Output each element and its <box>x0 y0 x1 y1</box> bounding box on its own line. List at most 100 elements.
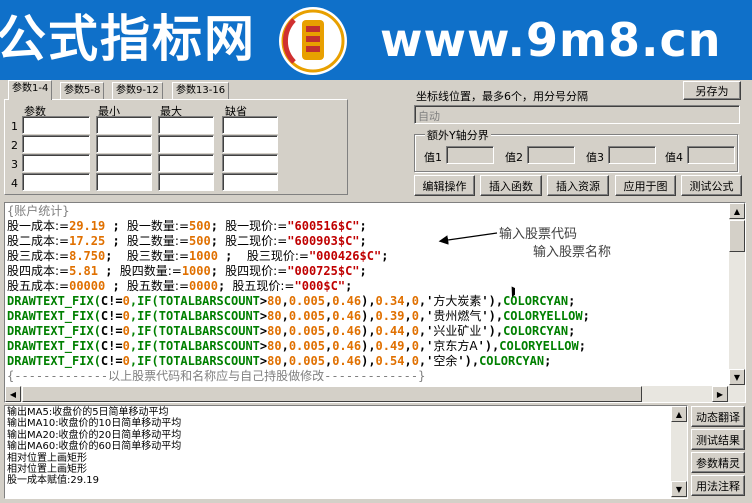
hscroll-thumb[interactable] <box>22 386 642 402</box>
code-token: 8.750 <box>69 249 106 263</box>
param4-name-input[interactable] <box>22 173 90 191</box>
scroll-down-icon[interactable]: ▼ <box>729 369 745 385</box>
param3-max-input[interactable] <box>158 154 214 172</box>
param2-max-input[interactable] <box>158 135 214 153</box>
site-banner: 公式指标网 www.9m8.cn <box>0 0 752 80</box>
code-token: , <box>404 309 412 323</box>
value4-input[interactable] <box>687 146 735 164</box>
tab-params-5-8[interactable]: 参数5-8 <box>60 82 105 99</box>
code-token: 500 <box>189 219 211 233</box>
apply-to-chart-button[interactable]: 应用于图 <box>615 175 676 196</box>
scroll-down-icon[interactable]: ▼ <box>671 481 687 497</box>
code-line: {账户统计} <box>7 204 729 219</box>
tab-params-9-12[interactable]: 参数9-12 <box>112 82 163 99</box>
save-as-button[interactable]: 另存为 <box>683 81 741 100</box>
param3-min-input[interactable] <box>96 154 152 172</box>
code-token: TOTALBARSCOUNT <box>158 309 260 323</box>
code-token: ; <box>98 264 120 278</box>
formula-editor[interactable]: {账户统计} 股一成本:=29.19 ; 股一数量:=500; 股一现价:="60… <box>4 202 746 403</box>
code-token: 0.34 <box>375 294 405 308</box>
param1-default-input[interactable] <box>222 116 278 134</box>
code-token: 0 <box>122 354 130 368</box>
output-lines: 输出MA5:收盘价的5日简单移动平均 输出MA10:收盘价的10日简单移动平均 输出… <box>7 407 181 487</box>
param4-min-input[interactable] <box>96 173 152 191</box>
code-token: ,IF( <box>129 309 159 323</box>
output-scrollbar[interactable]: ▲ ▼ <box>671 406 687 498</box>
code-token: ; <box>582 309 590 323</box>
value3-input[interactable] <box>608 146 656 164</box>
tab-params-1-4[interactable]: 参数1-4 <box>8 80 53 100</box>
scroll-up-icon[interactable]: ▲ <box>729 203 745 219</box>
code-token: ,IF( <box>129 354 159 368</box>
code-token: COLORYELLOW <box>499 339 579 353</box>
code-token: "000$C" <box>294 279 346 293</box>
code-token: COLORYELLOW <box>503 309 583 323</box>
code-token: 80 <box>267 339 282 353</box>
param3-name-input[interactable] <box>22 154 90 172</box>
usage-notes-button[interactable]: 用法注释 <box>691 475 745 496</box>
code-token: 0.005 <box>288 339 325 353</box>
scroll-thumb[interactable] <box>729 220 745 252</box>
code-token: 500 <box>189 234 211 248</box>
code-line: 股一成本:=29.19 ; 股一数量:=500; 股一现价:="600516$C… <box>7 219 729 234</box>
editor-scrollbar[interactable]: ▲ ▼ <box>729 203 745 402</box>
editor-hscrollbar[interactable]: ◀ ▶ <box>5 386 729 402</box>
output-line: 输出MA20:收盘价的20日简单移动平均 <box>7 429 182 441</box>
code-token: 股一成本:= <box>7 219 70 233</box>
value1-input[interactable] <box>446 146 494 164</box>
scroll-right-icon[interactable]: ▶ <box>712 386 728 402</box>
dynamic-translate-button[interactable]: 动态翻译 <box>691 406 745 427</box>
code-token: 0.49 <box>375 339 405 353</box>
code-token: 股四现价:= <box>225 264 288 278</box>
extra-axis-legend: 额外Y轴分界 <box>425 127 491 143</box>
code-token: 80 <box>267 354 282 368</box>
code-token: ; <box>105 219 127 233</box>
scroll-left-icon[interactable]: ◀ <box>5 386 21 402</box>
scroll-up-icon[interactable]: ▲ <box>671 406 687 422</box>
param1-name-input[interactable] <box>22 116 90 134</box>
param1-min-input[interactable] <box>96 116 152 134</box>
code-line: DRAWTEXT_FIX(C!=0,IF(TOTALBARSCOUNT>80,0… <box>7 294 729 309</box>
code-token: 17.25 <box>69 234 106 248</box>
code-token: 0.44 <box>375 324 405 338</box>
insert-function-button[interactable]: 插入函数 <box>480 175 542 196</box>
edit-operation-button[interactable]: 编辑操作 <box>414 175 475 196</box>
insert-resource-button[interactable]: 插入资源 <box>547 175 609 196</box>
tab-params-13-16[interactable]: 参数13-16 <box>172 82 230 99</box>
param2-default-input[interactable] <box>222 135 278 153</box>
param4-default-input[interactable] <box>222 173 278 191</box>
formula-code: {账户统计} 股一成本:=29.19 ; 股一数量:=500; 股一现价:="60… <box>7 204 729 384</box>
code-token: 0.005 <box>288 324 325 338</box>
code-token: ,IF( <box>129 324 159 338</box>
code-token: 0.46 <box>332 324 362 338</box>
code-token: '), <box>481 309 504 323</box>
code-token: 股一现价:= <box>225 219 288 233</box>
code-token: 0.005 <box>288 294 325 308</box>
param-wizard-button[interactable]: 参数精灵 <box>691 452 745 473</box>
code-token: ,' <box>418 324 434 338</box>
code-token: 00000 <box>69 279 106 293</box>
code-token: '), <box>457 354 480 368</box>
code-token: ; <box>381 249 389 263</box>
code-token: 0.46 <box>332 339 362 353</box>
coord-input[interactable]: 自动 <box>414 105 740 124</box>
param3-default-input[interactable] <box>222 154 278 172</box>
code-token: 1000 <box>189 249 218 263</box>
param2-min-input[interactable] <box>96 135 152 153</box>
code-token: 0 <box>411 354 419 368</box>
code-token: 股三现价:= <box>246 249 309 263</box>
code-token: 股二现价:= <box>225 234 288 248</box>
code-token: 股一数量:= <box>126 219 190 233</box>
code-token: ; <box>359 234 367 248</box>
code-token: 股五成本:= <box>7 279 70 293</box>
code-line: 股四成本:=5.81 ; 股四数量:=1000; 股四现价:="000725$C… <box>7 264 729 279</box>
param2-name-input[interactable] <box>22 135 90 153</box>
test-result-button[interactable]: 测试结果 <box>691 429 745 450</box>
param1-max-input[interactable] <box>158 116 214 134</box>
site-logo-icon <box>279 7 347 75</box>
test-formula-button[interactable]: 测试公式 <box>681 175 742 196</box>
value2-input[interactable] <box>527 146 575 164</box>
code-token: DRAWTEXT_FIX( <box>7 309 101 323</box>
output-line: 输出MA60:收盘价的60日简单移动平均 <box>7 441 182 453</box>
param4-max-input[interactable] <box>158 173 214 191</box>
